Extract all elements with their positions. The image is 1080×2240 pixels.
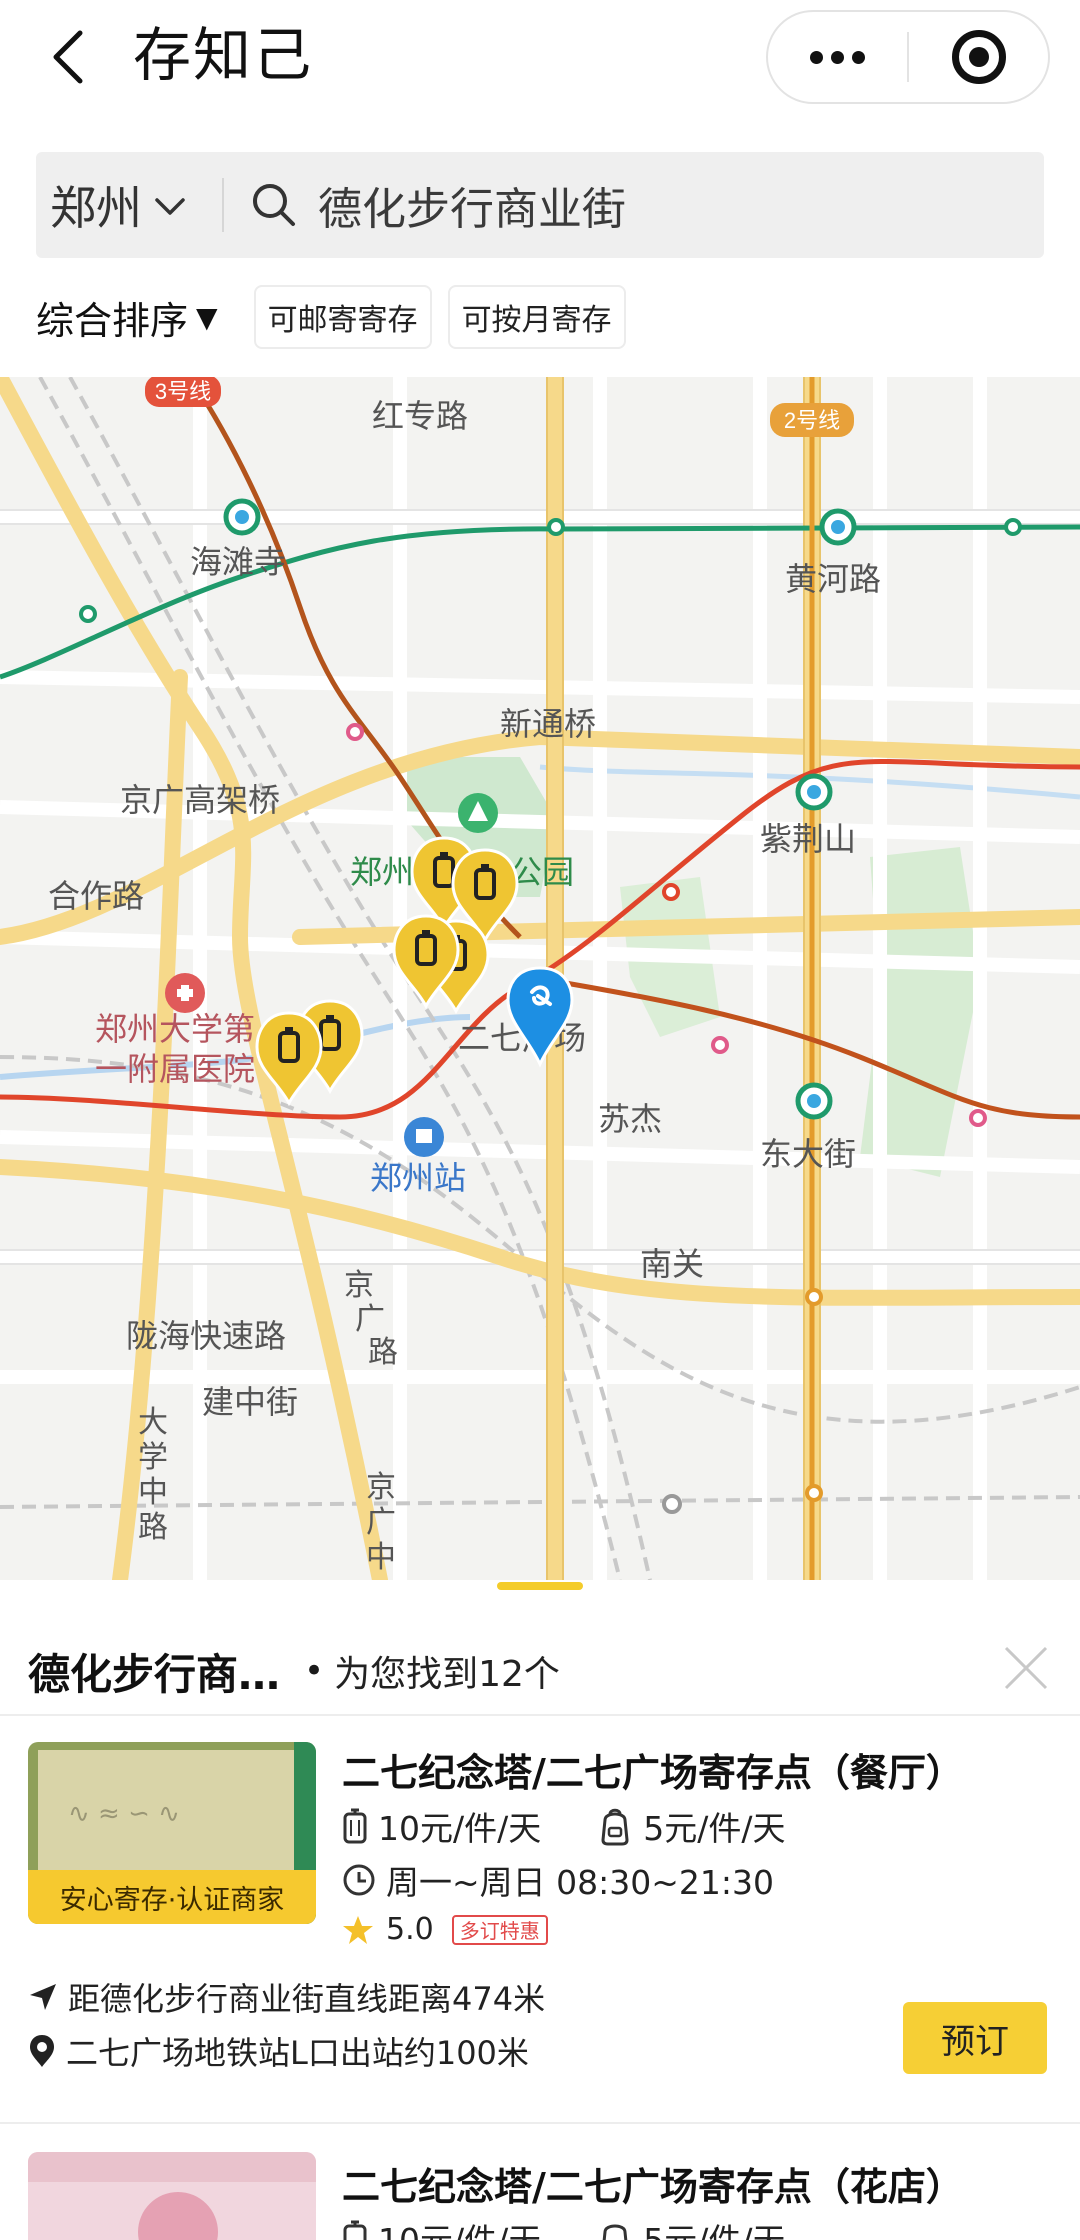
price-small-value: 5元/件/天 <box>643 1809 786 1848</box>
map-label: 新通桥 <box>500 705 596 743</box>
opening-hours: 周一~周日 08:30~21:30 <box>386 1863 774 1902</box>
divider <box>0 2122 1080 2124</box>
more-dots-icon <box>810 50 865 64</box>
map-pin-icon <box>30 2035 54 2067</box>
book-button[interactable]: 预订 <box>903 2002 1047 2074</box>
map-label: 京 <box>344 1268 374 1303</box>
navigation-arrow-icon <box>30 1984 56 2010</box>
results-count: 为您找到12个 <box>334 1654 560 1695</box>
store-photo: ∿ ≈ ∽ ∿ 安心寄存·认证商家 <box>28 1742 316 1924</box>
page-title: 存知己 <box>133 21 314 89</box>
map-label: 苏杰 <box>598 1100 662 1138</box>
close-mini-program-button[interactable] <box>909 12 1048 102</box>
price-small: 5元/件/天 <box>597 2214 785 2240</box>
store-photo <box>28 2152 316 2240</box>
mini-program-capsule <box>766 10 1050 104</box>
search-input[interactable]: 德化步行商业街 <box>318 173 626 237</box>
map-label: 紫荆山 <box>760 820 856 858</box>
drag-handle[interactable] <box>497 1582 583 1590</box>
result-card[interactable]: 二七纪念塔/二七广场寄存点（花店） 10元/件/天 5元/件/天 <box>0 2152 1080 2240</box>
results-sheet: 德化步行商… • 为您找到12个 ∿ ≈ ∽ ∿ 安心寄存·认证商家 二七纪念塔… <box>0 1580 1080 2240</box>
search-icon <box>250 181 298 229</box>
map-label: 广 <box>366 1505 396 1540</box>
filter-chip-mail[interactable]: 可邮寄寄存 <box>253 285 432 349</box>
target-icon <box>951 30 1006 84</box>
map-label: 路 <box>368 1335 398 1370</box>
backpack-icon <box>602 2224 628 2240</box>
divider <box>0 1714 1080 1716</box>
price-large-value: 10元/件/天 <box>378 1809 542 1848</box>
price-small: 5元/件/天 <box>597 1802 785 1850</box>
metro-line-badge: 2号线 <box>770 403 854 437</box>
map-label: 路 <box>138 1510 168 1545</box>
price-large-value: 10元/件/天 <box>378 2214 541 2240</box>
store-name: 二七纪念塔/二七广场寄存点（花店） <box>342 2165 964 2209</box>
star-icon <box>343 1915 373 1944</box>
chevron-down-icon <box>155 198 185 215</box>
svg-text:∿ ≈ ∽ ∿: ∿ ≈ ∽ ∿ <box>68 1799 180 1829</box>
location-text: 二七广场地铁站L口出站约100米 <box>66 2034 529 2072</box>
map-label: 海滩寺 <box>190 543 286 581</box>
triangle-down-icon: ▼ <box>196 300 218 334</box>
price-row: 10元/件/天 5元/件/天 <box>342 2214 785 2240</box>
close-icon[interactable] <box>1000 1642 1052 1694</box>
back-arrow-icon[interactable] <box>38 22 98 92</box>
sort-label: 综合排序 <box>36 298 189 343</box>
certified-badge: 安心寄存·认证商家 <box>28 1870 316 1924</box>
distance-row: 距德化步行商业街直线距离474米 <box>28 1974 545 2020</box>
map-view[interactable]: 3号线 2号线 红专路 海滩寺 黄河路 新通桥 京广高架桥 紫荆山 郑州市人民公… <box>0 377 1080 1580</box>
price-large: 10元/件/天 <box>342 1802 541 1850</box>
bullet-dot: • <box>304 1651 325 1691</box>
price-row: 10元/件/天 5元/件/天 <box>342 1802 785 1850</box>
result-card[interactable]: ∿ ≈ ∽ ∿ 安心寄存·认证商家 二七纪念塔/二七广场寄存点（餐厅） 10元/… <box>0 1742 1080 2222</box>
store-name: 二七纪念塔/二七广场寄存点（餐厅） <box>342 1751 964 1795</box>
map-label: 一附属医院 <box>95 1050 255 1088</box>
map-label: 合作路 <box>48 877 144 915</box>
map-label: 红专路 <box>372 397 468 435</box>
rating-row: 5.0 多订特惠 <box>342 1912 548 1947</box>
sort-dropdown[interactable]: 综合排序 ▼ <box>36 290 218 345</box>
filter-chip-monthly[interactable]: 可按月寄存 <box>447 285 626 349</box>
backpack-icon <box>601 1808 629 1846</box>
hours-row: 周一~周日 08:30~21:30 <box>342 1856 774 1904</box>
map-label: 中 <box>366 1540 396 1575</box>
more-button[interactable] <box>768 12 907 102</box>
map-label: 南关 <box>640 1245 704 1283</box>
map-label: 大 <box>138 1405 168 1440</box>
city-selector[interactable]: 郑州 <box>36 152 222 258</box>
map-canvas: 3号线 2号线 红专路 海滩寺 黄河路 新通桥 京广高架桥 紫荆山 郑州市人民公… <box>0 377 1080 1580</box>
svg-text:3号线: 3号线 <box>155 379 211 404</box>
promo-tag: 多订特惠 <box>451 1914 548 1945</box>
map-label: 东大街 <box>760 1135 856 1173</box>
price-small-value: 5元/件/天 <box>643 2214 785 2240</box>
map-label: 郑州站 <box>370 1159 466 1197</box>
map-label: 京 <box>366 1470 396 1505</box>
city-label: 郑州 <box>50 181 142 235</box>
map-label: 广 <box>355 1302 385 1337</box>
map-label: 学 <box>138 1440 168 1475</box>
map-label: 郑州大学第 <box>95 1010 255 1048</box>
clock-icon <box>343 1864 375 1896</box>
map-label: 黄河路 <box>785 560 881 598</box>
distance-text: 距德化步行商业街直线距离474米 <box>68 1980 546 2018</box>
map-label: 京广高架桥 <box>120 781 280 819</box>
map-label: 陇海快速路 <box>126 1317 286 1355</box>
map-label: 中 <box>138 1475 168 1510</box>
metro-line-badge: 3号线 <box>145 377 221 407</box>
top-bar: 存知己 <box>0 0 1080 115</box>
rating-value: 5.0 <box>386 1912 434 1947</box>
suitcase-icon <box>343 2220 367 2240</box>
search-divider <box>222 178 224 232</box>
map-label: 建中街 <box>202 1383 298 1421</box>
svg-text:2号线: 2号线 <box>784 408 840 433</box>
location-row: 二七广场地铁站L口出站约100米 <box>28 2028 529 2074</box>
suitcase-icon <box>343 1808 367 1844</box>
price-large: 10元/件/天 <box>342 2214 541 2240</box>
filter-bar: 综合排序 ▼ 可邮寄寄存 可按月寄存 <box>36 284 626 350</box>
search-bar: 郑州 德化步行商业街 <box>36 152 1044 258</box>
results-header: 德化步行商… • 为您找到12个 <box>28 1636 1052 1706</box>
results-title: 德化步行商… <box>28 1649 281 1699</box>
